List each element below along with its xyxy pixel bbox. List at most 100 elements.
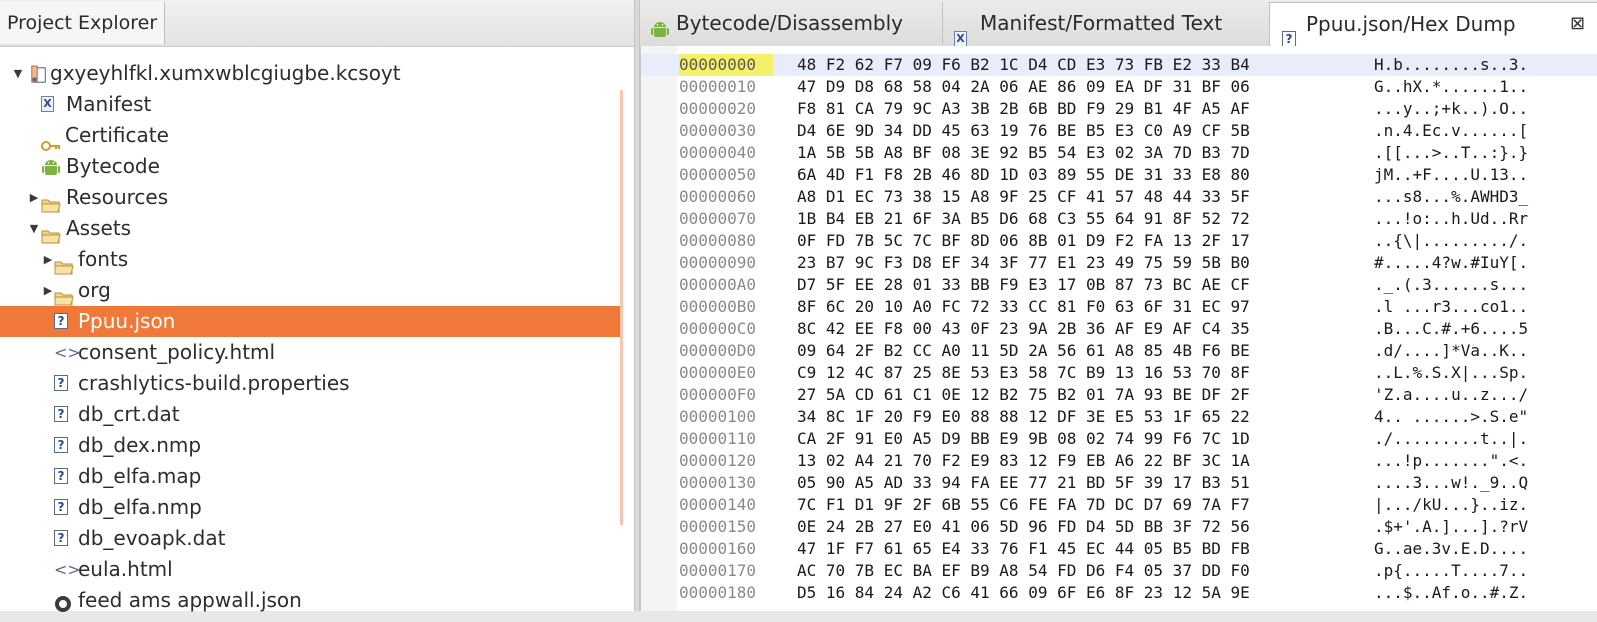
hex-row[interactable]: 000000F0 27 5A CD 61 C1 0E 12 B2 75 B2 01… <box>641 384 1597 406</box>
hex-bytes[interactable]: 23 B7 9C F3 D8 EF 34 3F 77 E1 23 49 75 5… <box>797 252 1250 274</box>
editor-tab[interactable]: ? Ppuu.json/Hex Dump ⊠ <box>1269 2 1597 47</box>
hex-ascii[interactable]: .[[...>..T..:}.} <box>1374 142 1528 164</box>
hex-ascii[interactable]: #.....4?w.#IuY[. <box>1374 252 1528 274</box>
hex-ascii[interactable]: ._.(.3......s... <box>1374 274 1528 296</box>
hex-row[interactable]: 000000A0 D7 5F EE 28 01 33 BB F9 E3 17 0B… <box>641 274 1597 296</box>
tree-scrollbar[interactable] <box>620 90 623 525</box>
hex-row[interactable]: 00000160 47 1F F7 61 65 E4 33 76 F1 45 EC… <box>641 538 1597 560</box>
editor-tab[interactable]: Bytecode/Disassembly <box>640 2 943 44</box>
hex-bytes[interactable]: 34 8C 1F 20 F9 E0 88 88 12 DF 3E E5 53 1… <box>797 406 1250 428</box>
hex-bytes[interactable]: 6A 4D F1 F8 2B 46 8D 1D 03 89 55 DE 31 3… <box>797 164 1250 186</box>
hex-ascii[interactable]: ./.........t..|. <box>1374 428 1528 450</box>
tree-item[interactable]: feed ams appwall.json <box>0 585 622 616</box>
hex-bytes[interactable]: 09 64 2F B2 CC A0 11 5D 2A 56 61 A8 85 4… <box>797 340 1250 362</box>
collapse-arrow-icon[interactable]: ▶ <box>42 275 54 306</box>
hex-ascii[interactable]: |.../kU...}..iz. <box>1374 494 1528 516</box>
hex-ascii[interactable]: ...!p.......".<. <box>1374 450 1528 472</box>
hex-row[interactable]: 000000E0 C9 12 4C 87 25 8E 53 E3 58 7C B9… <box>641 362 1597 384</box>
hex-row[interactable]: 00000130 05 90 A5 AD 33 94 FA EE 77 21 BD… <box>641 472 1597 494</box>
hex-row[interactable]: 00000060 A8 D1 EC 73 38 15 A8 9F 25 CF 41… <box>641 186 1597 208</box>
hex-row[interactable]: 00000020 F8 81 CA 79 9C A3 3B 2B 6B BD F9… <box>641 98 1597 120</box>
hex-ascii[interactable]: G..hX.*......1.. <box>1374 76 1528 98</box>
editor-tab[interactable]: X Manifest/Formatted Text <box>942 2 1270 47</box>
hex-bytes[interactable]: CA 2F 91 E0 A5 D9 BB E9 9B 08 02 74 99 F… <box>797 428 1250 450</box>
hex-ascii[interactable]: jM..+F....U.13.. <box>1374 164 1528 186</box>
hex-bytes[interactable]: 47 1F F7 61 65 E4 33 76 F1 45 EC 44 05 B… <box>797 538 1250 560</box>
hex-bytes[interactable]: D4 6E 9D 34 DD 45 63 19 76 BE B5 E3 C0 A… <box>797 120 1250 142</box>
tree-item[interactable]: ? db_elfa.map <box>0 461 622 492</box>
hex-row[interactable]: 00000080 0F FD 7B 5C 7C BF 8D 06 8B 01 D9… <box>641 230 1597 252</box>
hex-ascii[interactable]: ..L.%.S.X|...Sp. <box>1374 362 1528 384</box>
hex-bytes[interactable]: A8 D1 EC 73 38 15 A8 9F 25 CF 41 57 48 4… <box>797 186 1250 208</box>
hex-bytes[interactable]: 0E 24 2B 27 E0 41 06 5D 96 FD D4 5D BB 3… <box>797 516 1250 538</box>
hex-bytes[interactable]: 13 02 A4 21 70 F2 E9 83 12 F9 EB A6 22 B… <box>797 450 1250 472</box>
hex-ascii[interactable]: .B...C.#.+6....5 <box>1374 318 1528 340</box>
hex-row[interactable]: 00000030 D4 6E 9D 34 DD 45 63 19 76 BE B5… <box>641 120 1597 142</box>
tree-item[interactable]: ? crashlytics-build.properties <box>0 368 622 399</box>
expand-arrow-icon[interactable]: ▼ <box>28 213 40 244</box>
expand-arrow-icon[interactable]: ▼ <box>12 58 24 89</box>
hex-ascii[interactable]: ....3...w!._9..Q <box>1374 472 1528 494</box>
collapse-arrow-icon[interactable]: ▶ <box>28 182 40 213</box>
hex-row[interactable]: 00000090 23 B7 9C F3 D8 EF 34 3F 77 E1 23… <box>641 252 1597 274</box>
hex-bytes[interactable]: 7C F1 D1 9F 2F 6B 55 C6 FE FA 7D DC D7 6… <box>797 494 1250 516</box>
close-tab-icon[interactable]: ⊠ <box>1570 3 1585 45</box>
hex-dump-view[interactable]: 00000000 48 F2 62 F7 09 F6 B2 1C D4 CD E3… <box>640 46 1597 611</box>
hex-bytes[interactable]: D5 16 84 24 A2 C6 41 66 09 6F E6 8F 23 1… <box>797 582 1250 604</box>
hex-bytes[interactable]: F8 81 CA 79 9C A3 3B 2B 6B BD F9 29 B1 4… <box>797 98 1250 120</box>
hex-bytes[interactable]: 0F FD 7B 5C 7C BF 8D 06 8B 01 D9 F2 FA 1… <box>797 230 1250 252</box>
tree-item[interactable]: X Manifest <box>0 89 622 120</box>
tree-item[interactable]: Certificate <box>0 120 622 151</box>
hex-ascii[interactable]: ...s8...%.AWHD3_ <box>1374 186 1528 208</box>
hex-bytes[interactable]: 48 F2 62 F7 09 F6 B2 1C D4 CD E3 73 FB E… <box>797 54 1250 76</box>
tree-item[interactable]: <> consent_policy.html <box>0 337 622 368</box>
tree-item[interactable]: ▼ gxyeyhlfkl.xumxwblcgiugbe.kcsoyt <box>0 58 622 89</box>
tree-item[interactable]: ▶ fonts <box>0 244 622 275</box>
hex-bytes[interactable]: 05 90 A5 AD 33 94 FA EE 77 21 BD 5F 39 1… <box>797 472 1250 494</box>
hex-bytes[interactable]: 8C 42 EE F8 00 43 0F 23 9A 2B 36 AF E9 A… <box>797 318 1250 340</box>
hex-row[interactable]: 00000170 AC 70 7B EC BA EF B9 A8 54 FD D6… <box>641 560 1597 582</box>
hex-bytes[interactable]: D7 5F EE 28 01 33 BB F9 E3 17 0B 87 73 B… <box>797 274 1250 296</box>
hex-bytes[interactable]: 8F 6C 20 10 A0 FC 72 33 CC 81 F0 63 6F 3… <box>797 296 1250 318</box>
tree-item[interactable]: ▼ Assets <box>0 213 622 244</box>
hex-bytes[interactable]: C9 12 4C 87 25 8E 53 E3 58 7C B9 13 16 5… <box>797 362 1250 384</box>
hex-ascii[interactable]: ..{\|........./. <box>1374 230 1528 252</box>
hex-row[interactable]: 00000070 1B B4 EB 21 6F 3A B5 D6 68 C3 55… <box>641 208 1597 230</box>
tree-item[interactable]: Bytecode <box>0 151 622 182</box>
hex-row[interactable]: 000000D0 09 64 2F B2 CC A0 11 5D 2A 56 61… <box>641 340 1597 362</box>
hex-ascii[interactable]: ...y..;+k..).O.. <box>1374 98 1528 120</box>
hex-bytes[interactable]: 1B B4 EB 21 6F 3A B5 D6 68 C3 55 64 91 8… <box>797 208 1250 230</box>
hex-ascii[interactable]: .n.4.Ec.v......[ <box>1374 120 1528 142</box>
hex-row[interactable]: 000000C0 8C 42 EE F8 00 43 0F 23 9A 2B 36… <box>641 318 1597 340</box>
hex-bytes[interactable]: 1A 5B 5B A8 BF 08 3E 92 B5 54 E3 02 3A 7… <box>797 142 1250 164</box>
collapse-arrow-icon[interactable]: ▶ <box>42 244 54 275</box>
hex-row[interactable]: 00000040 1A 5B 5B A8 BF 08 3E 92 B5 54 E3… <box>641 142 1597 164</box>
hex-row[interactable]: 00000180 D5 16 84 24 A2 C6 41 66 09 6F E6… <box>641 582 1597 604</box>
tree-item[interactable]: ▶ org <box>0 275 622 306</box>
hex-bytes[interactable]: 47 D9 D8 68 58 04 2A 06 AE 86 09 EA DF 3… <box>797 76 1250 98</box>
hex-row[interactable]: 000000B0 8F 6C 20 10 A0 FC 72 33 CC 81 F0… <box>641 296 1597 318</box>
hex-row[interactable]: 00000010 47 D9 D8 68 58 04 2A 06 AE 86 09… <box>641 76 1597 98</box>
hex-bytes[interactable]: 27 5A CD 61 C1 0E 12 B2 75 B2 01 7A 93 B… <box>797 384 1250 406</box>
hex-bytes[interactable]: AC 70 7B EC BA EF B9 A8 54 FD D6 F4 05 3… <box>797 560 1250 582</box>
tree-item[interactable]: ? db_crt.dat <box>0 399 622 430</box>
hex-ascii[interactable]: G..ae.3v.E.D.... <box>1374 538 1528 560</box>
tree-item[interactable]: ? db_elfa.nmp <box>0 492 622 523</box>
hex-row[interactable]: 00000110 CA 2F 91 E0 A5 D9 BB E9 9B 08 02… <box>641 428 1597 450</box>
tree-item[interactable]: ? db_dex.nmp <box>0 430 622 461</box>
hex-ascii[interactable]: .$+'.A.]...].?rV <box>1374 516 1528 538</box>
hex-ascii[interactable]: .d/....]*Va..K.. <box>1374 340 1528 362</box>
hex-row[interactable]: 00000100 34 8C 1F 20 F9 E0 88 88 12 DF 3E… <box>641 406 1597 428</box>
tree-item[interactable]: ? Ppuu.json <box>0 306 622 337</box>
hex-row[interactable]: 00000140 7C F1 D1 9F 2F 6B 55 C6 FE FA 7D… <box>641 494 1597 516</box>
hex-row[interactable]: 00000000 48 F2 62 F7 09 F6 B2 1C D4 CD E3… <box>641 54 1597 76</box>
hex-ascii[interactable]: .p{.....T....7.. <box>1374 560 1528 582</box>
tree-item[interactable]: ? db_evoapk.dat <box>0 523 622 554</box>
hex-ascii[interactable]: .l ...r3...co1.. <box>1374 296 1528 318</box>
hex-row[interactable]: 00000050 6A 4D F1 F8 2B 46 8D 1D 03 89 55… <box>641 164 1597 186</box>
hex-ascii[interactable]: 4.. ......>.S.e" <box>1374 406 1528 428</box>
hex-row[interactable]: 00000120 13 02 A4 21 70 F2 E9 83 12 F9 EB… <box>641 450 1597 472</box>
tree-item[interactable]: <> eula.html <box>0 554 622 585</box>
project-explorer-tab[interactable]: Project Explorer <box>0 2 166 44</box>
hex-row[interactable]: 00000150 0E 24 2B 27 E0 41 06 5D 96 FD D4… <box>641 516 1597 538</box>
